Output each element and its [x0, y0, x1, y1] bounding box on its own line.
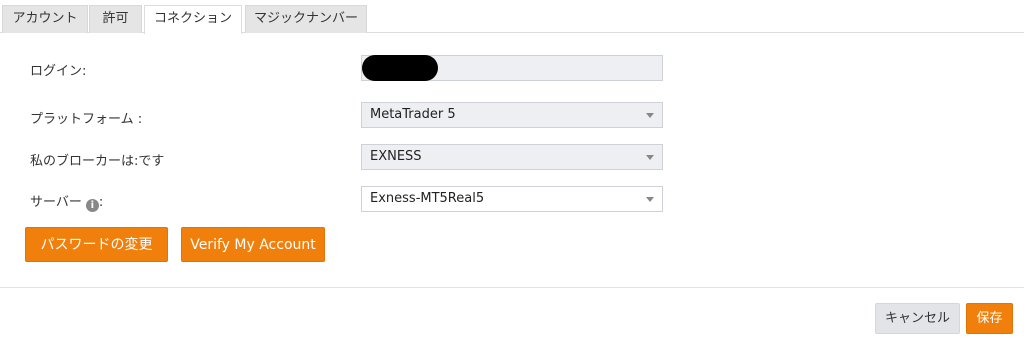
chevron-down-icon: [646, 197, 654, 202]
broker-label: 私のブローカーは:です: [30, 154, 165, 169]
server-label-text: サーバー: [30, 195, 82, 210]
tab-magic-number[interactable]: マジックナンバー: [245, 5, 367, 33]
tab-bar: アカウント 許可 コネクション マジックナンバー: [0, 0, 1024, 34]
server-label: サーバー i:: [30, 191, 103, 212]
platform-label: プラットフォーム :: [30, 112, 143, 127]
info-icon[interactable]: i: [85, 199, 99, 212]
login-field[interactable]: [361, 55, 663, 81]
chevron-down-icon: [646, 155, 654, 160]
cancel-button[interactable]: キャンセル: [875, 303, 960, 334]
platform-select[interactable]: MetaTrader 5: [361, 102, 663, 128]
tab-connection[interactable]: コネクション: [144, 5, 242, 34]
server-select[interactable]: Exness-MT5Real5: [361, 186, 663, 212]
broker-select[interactable]: EXNESS: [361, 144, 663, 170]
chevron-down-icon: [646, 113, 654, 118]
redaction-mark: [362, 55, 438, 81]
save-button[interactable]: 保存: [966, 303, 1013, 334]
tab-permissions[interactable]: 許可: [89, 5, 142, 33]
platform-value: MetaTrader 5: [370, 107, 456, 122]
broker-value: EXNESS: [370, 149, 422, 164]
server-value: Exness-MT5Real5: [370, 191, 485, 206]
verify-account-button[interactable]: Verify My Account: [181, 227, 325, 262]
footer-divider: [0, 287, 1024, 288]
server-label-suffix: :: [98, 195, 104, 210]
change-password-button[interactable]: パスワードの変更: [25, 227, 168, 262]
tab-account[interactable]: アカウント: [2, 5, 88, 33]
login-label: ログイン:: [30, 64, 87, 79]
